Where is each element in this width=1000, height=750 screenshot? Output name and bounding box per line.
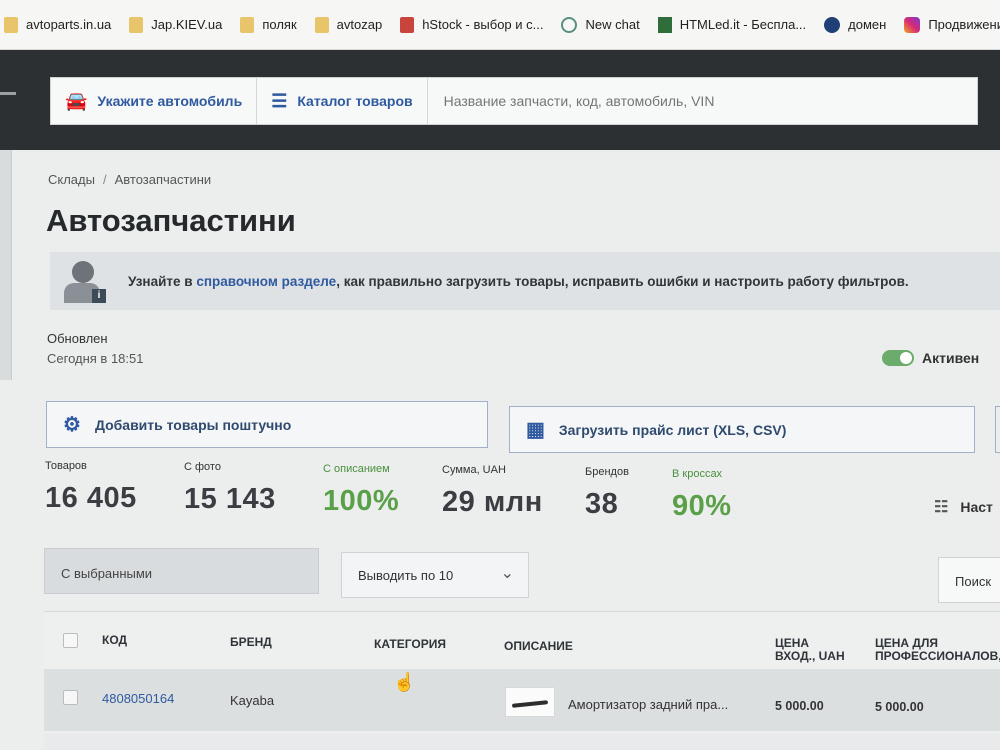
breadcrumb-separator: / (102, 172, 107, 187)
bookmark-hstock[interactable]: hStock - выбор и с... (400, 16, 543, 33)
table-row-next[interactable] (44, 733, 1000, 750)
stat-in-crosses: В кроссах 90% (672, 468, 732, 522)
folder-icon (314, 16, 329, 33)
column-category[interactable]: КАТЕГОРИЯ (374, 638, 446, 651)
breadcrumb: Склады / Автозапчастини (48, 172, 211, 187)
breadcrumb-warehouses-link[interactable]: Склады (48, 172, 95, 187)
breadcrumb-current: Автозапчастини (114, 172, 212, 187)
select-car-button[interactable]: 🚘 Укажите автомобиль (51, 78, 258, 124)
car-icon: 🚘 (65, 90, 88, 111)
spreadsheet-icon: ▦ (526, 419, 545, 441)
sliders-icon: ☷ (934, 499, 949, 516)
row-brand: Kayaba (230, 693, 275, 708)
row-checkbox[interactable] (63, 690, 78, 705)
active-label: Активен (922, 350, 980, 366)
column-brand[interactable]: БРЕНД (230, 636, 272, 649)
globe-icon (824, 16, 841, 33)
column-description[interactable]: ОПИСАНИЕ (504, 640, 573, 653)
row-code-link[interactable]: 4808050164 (102, 691, 174, 706)
per-page-select[interactable]: Выводить по 10 ⌄ (341, 552, 529, 598)
pointer-cursor-icon: ☝ (393, 672, 416, 692)
bookmark-promo[interactable]: Продвижение (904, 16, 1000, 33)
menu-icon[interactable] (0, 92, 16, 95)
column-price-pro[interactable]: ЦЕНА ДЛЯ ПРОФЕССИОНАЛОВ, (875, 637, 1000, 663)
bookmarks-bar: avtoparts.in.ua Jap.KIEV.ua поляк avtoza… (0, 0, 1000, 50)
row-price-pro: 5 000.00 (875, 700, 924, 714)
cart-icon (400, 16, 415, 33)
bulk-actions-dropdown[interactable]: С выбранными (44, 548, 319, 594)
instagram-icon (904, 16, 921, 33)
add-items-button[interactable]: ⚙ Добавить товары поштучно (46, 401, 488, 448)
catalog-list-icon: ☰ (271, 90, 288, 111)
bookmark-new-chat[interactable]: New chat (561, 16, 640, 33)
settings-button[interactable]: ☷ Наст (934, 497, 993, 517)
bookmark-japkiev[interactable]: Jap.KIEV.ua (129, 16, 222, 33)
chevron-down-icon: ⌄ (500, 565, 514, 582)
shock-absorber-image (511, 700, 549, 708)
upload-price-button[interactable]: ▦ Загрузить прайс лист (XLS, CSV) (509, 406, 975, 453)
updated-value: Сегодня в 18:51 (47, 351, 144, 366)
column-code[interactable]: КОД (102, 634, 127, 647)
search-button[interactable]: Поиск (938, 557, 1000, 603)
support-avatar-icon: i (56, 255, 108, 307)
stat-brands: Брендов 38 (585, 466, 629, 520)
updated-label: Обновлен (47, 331, 108, 346)
bookmark-domen[interactable]: домен (824, 16, 886, 33)
row-price-in: 5 000.00 (775, 699, 824, 713)
bookmark-polyak[interactable]: поляк (240, 16, 297, 33)
offscreen-button-edge[interactable] (995, 406, 1000, 453)
stat-sum-uah: Сумма, UAH 29 млн (442, 464, 543, 518)
help-section-link[interactable]: справочном разделе (196, 274, 336, 289)
folder-icon (129, 16, 144, 33)
column-price-in[interactable]: ЦЕНА ВХОД., UAH (775, 637, 845, 663)
product-thumbnail[interactable] (505, 687, 555, 717)
page-title: Автозапчастини (46, 203, 296, 238)
bookmark-htmled[interactable]: HTMLed.it - Беспла... (657, 16, 806, 33)
products-table: КОД БРЕНД КАТЕГОРИЯ ОПИСАНИЕ ЦЕНА ВХОД.,… (44, 611, 1000, 750)
left-panel-edge (0, 150, 12, 380)
help-text: Узнайте в справочном разделе, как правил… (128, 273, 909, 289)
catalog-button[interactable]: ☰ Каталог товаров (257, 78, 428, 124)
row-description: Амортизатор задний пра... (568, 697, 729, 712)
stat-with-description: С описанием 100% (323, 463, 400, 517)
search-input[interactable] (427, 78, 977, 124)
active-toggle[interactable] (882, 350, 914, 366)
select-all-checkbox[interactable] (63, 633, 78, 648)
info-icon: i (92, 289, 106, 303)
bookmark-avtozap[interactable]: avtozap (314, 16, 382, 33)
toggle-knob (900, 352, 912, 364)
help-banner: i Узнайте в справочном разделе, как прав… (50, 252, 1000, 310)
gears-icon: ⚙ (63, 414, 81, 436)
folder-icon (4, 16, 18, 33)
htmled-icon (657, 16, 672, 33)
chatgpt-icon (561, 16, 578, 33)
folder-icon (240, 16, 255, 33)
stat-with-photo: С фото 15 143 (184, 461, 276, 515)
stat-products: Товаров 16 405 (45, 460, 137, 514)
table-row[interactable]: 4808050164 Kayaba Амортизатор задний пра… (44, 669, 1000, 731)
search-bar: 🚘 Укажите автомобиль ☰ Каталог товаров (50, 77, 978, 125)
bookmark-avtoparts[interactable]: avtoparts.in.ua (4, 16, 111, 33)
